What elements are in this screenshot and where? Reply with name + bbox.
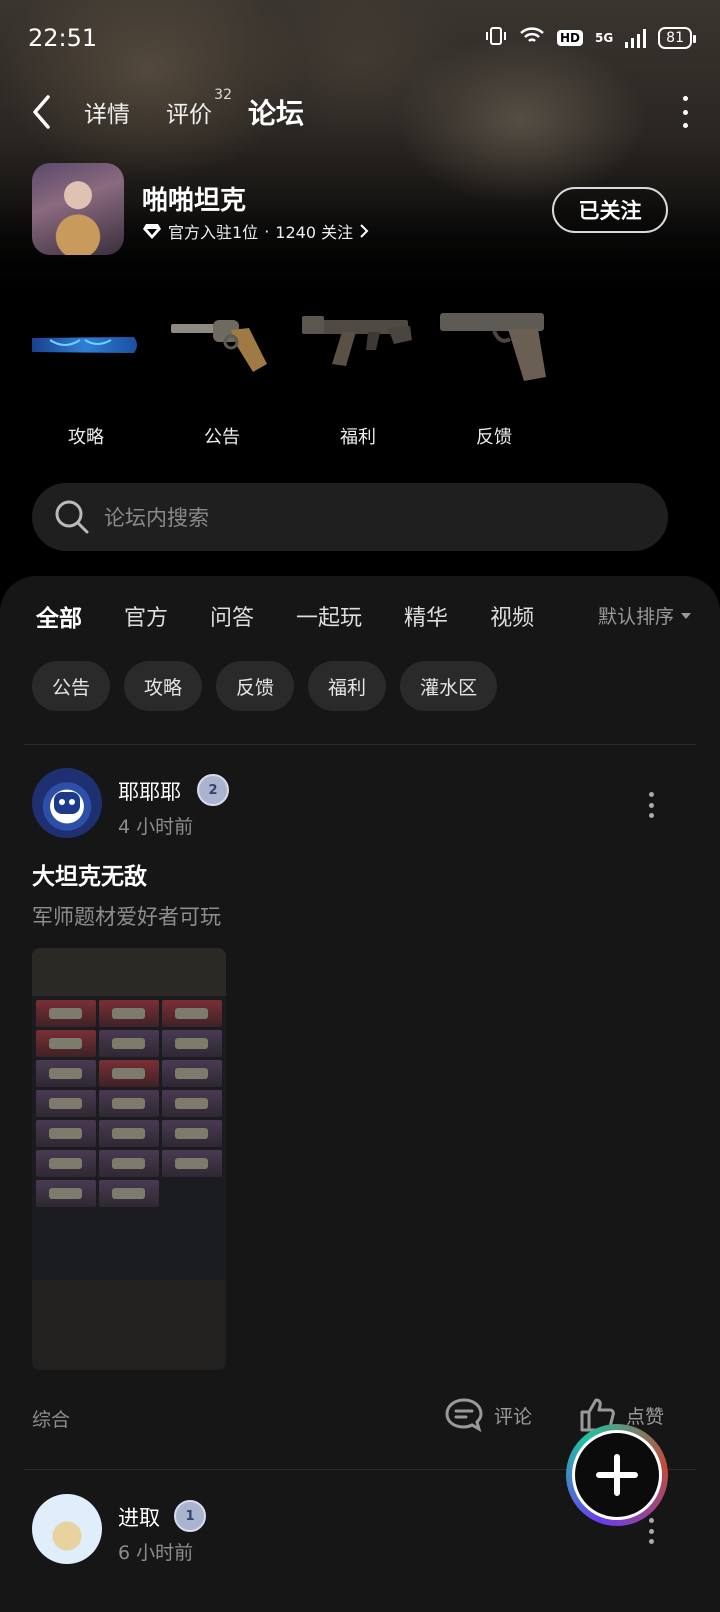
sort-label: 默认排序	[597, 606, 674, 628]
followers-count: 1240 关注	[275, 223, 354, 242]
category-row: 攻略 公告 福利 反馈	[18, 305, 562, 449]
tab-details[interactable]: 详情	[84, 95, 130, 129]
tab-reviews[interactable]: 评价 32	[166, 87, 232, 129]
meta-separator: ·	[264, 221, 270, 241]
top-nav: 详情 评价 32 论坛	[30, 87, 690, 132]
chip-feedback[interactable]: 反馈	[216, 661, 295, 711]
search-icon	[55, 500, 89, 534]
back-button[interactable]	[30, 92, 66, 132]
forum-search-input[interactable]: 论坛内搜索	[32, 483, 668, 551]
level-badge: 1	[174, 1500, 206, 1532]
reviews-count: 32	[214, 87, 232, 103]
post-category-tag[interactable]: 综合	[32, 1405, 70, 1432]
tab-forum[interactable]: 论坛	[245, 92, 307, 132]
like-label: 点赞	[626, 1405, 665, 1428]
chip-chat[interactable]: 灌水区	[400, 661, 498, 711]
level-value: 1	[185, 1508, 195, 1524]
hd-icon: HD	[556, 30, 583, 46]
sort-dropdown[interactable]: 默认排序	[598, 602, 692, 629]
search-placeholder: 论坛内搜索	[104, 506, 209, 530]
pistol-icon	[440, 313, 546, 381]
post-image[interactable]	[32, 948, 226, 1370]
network-label: 5G	[594, 31, 614, 45]
category-label: 攻略	[68, 427, 104, 448]
avatar[interactable]	[32, 1494, 102, 1564]
chip-guide[interactable]: 攻略	[124, 661, 203, 711]
chip-announcement[interactable]: 公告	[32, 661, 111, 711]
robot-face-icon	[54, 792, 80, 814]
chevron-right-icon	[360, 224, 369, 238]
chip-row: 公告 攻略 反馈 福利 灌水区	[32, 661, 498, 711]
caret-down-icon	[681, 612, 691, 619]
category-label: 福利	[340, 427, 376, 448]
comment-label: 评论	[494, 1405, 533, 1428]
diamond-icon	[143, 224, 161, 239]
level-badge: 2	[197, 774, 229, 806]
official-count: 官方入驻1位	[168, 223, 259, 242]
revolver-icon	[171, 320, 267, 372]
status-bar: 22:51 HD 5G 81	[28, 22, 696, 54]
post-username[interactable]: 耶耶耶	[118, 776, 181, 806]
post-time: 4 小时前	[118, 816, 194, 838]
category-feedback[interactable]: 反馈	[426, 305, 562, 449]
comment-icon	[445, 1398, 483, 1433]
category-label: 反馈	[476, 427, 512, 448]
post-title[interactable]: 大坦克无敌	[32, 857, 147, 891]
wifi-icon	[519, 26, 545, 50]
forum-tab-official[interactable]: 官方	[124, 600, 168, 632]
comment-button[interactable]: 评论	[444, 1397, 532, 1433]
post-username[interactable]: 进取	[118, 1502, 160, 1532]
forum-tab-qa[interactable]: 问答	[210, 600, 254, 632]
post-desc[interactable]: 军师题材爱好者可玩	[32, 901, 221, 931]
category-guide[interactable]: 攻略	[18, 305, 154, 449]
chip-welfare[interactable]: 福利	[308, 661, 387, 711]
signal-icon	[625, 28, 647, 48]
game-meta[interactable]: 官方入驻1位 · 1240 关注	[142, 219, 369, 243]
plus-icon	[596, 1454, 638, 1496]
post-more-button[interactable]	[647, 1518, 655, 1544]
divider	[24, 744, 696, 745]
new-post-button[interactable]	[566, 1424, 668, 1526]
vibrate-icon	[485, 25, 507, 51]
forum-tab-video[interactable]: 视频	[490, 600, 534, 632]
level-value: 2	[208, 782, 218, 798]
battery-icon: 81	[658, 27, 696, 49]
chevron-left-icon	[33, 95, 50, 129]
post-time: 6 小时前	[118, 1542, 194, 1564]
more-menu-button[interactable]	[680, 96, 690, 128]
bullet-icon	[32, 337, 137, 353]
rifle-icon	[302, 316, 412, 366]
tab-reviews-label: 评价	[166, 102, 212, 128]
post-more-button[interactable]	[647, 792, 655, 818]
forum-tab-play-together[interactable]: 一起玩	[296, 600, 362, 632]
category-welfare[interactable]: 福利	[290, 305, 426, 449]
follow-button[interactable]: 已关注	[552, 187, 668, 233]
category-announcement[interactable]: 公告	[154, 305, 290, 449]
game-title: 啪啪坦克	[142, 186, 247, 216]
avatar[interactable]	[32, 768, 102, 838]
forum-tab-all[interactable]: 全部	[36, 599, 82, 635]
category-label: 公告	[204, 427, 240, 448]
status-time: 22:51	[28, 24, 98, 52]
game-icon[interactable]	[32, 163, 124, 255]
forum-tab-featured[interactable]: 精华	[404, 600, 448, 632]
